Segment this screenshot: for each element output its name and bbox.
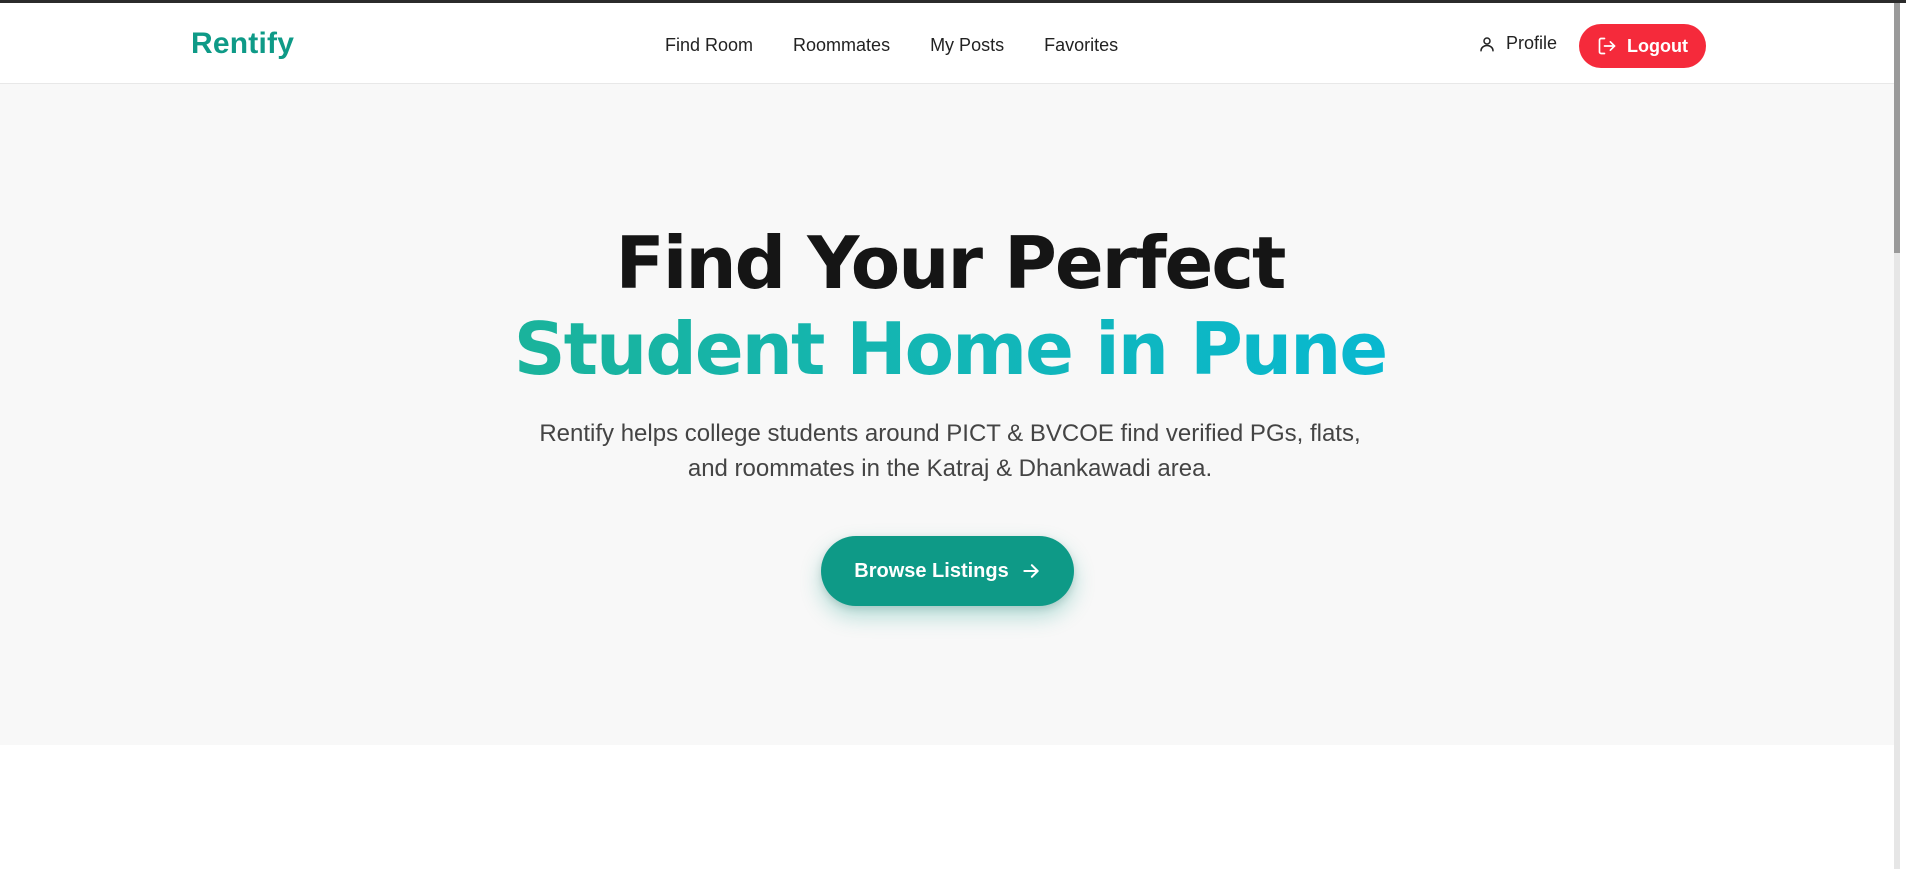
logout-label: Logout [1627,35,1688,56]
top-navbar: Rentify Find Room Roommates My Posts Fav… [0,3,1900,84]
browse-listings-label: Browse Listings [854,559,1009,582]
profile-label: Profile [1506,33,1558,53]
browser-frame: Rentify Find Room Roommates My Posts Fav… [0,0,1906,869]
arrow-right-icon [1021,561,1041,581]
user-icon [1478,35,1496,53]
nav-link-find-room[interactable]: Find Room [665,35,753,56]
nav-link-favorites[interactable]: Favorites [1044,35,1118,56]
page-viewport: Rentify Find Room Roommates My Posts Fav… [0,3,1900,869]
logout-icon [1597,36,1617,56]
hero-title-line-1: Find Your Perfect [615,221,1287,305]
nav-link-roommates[interactable]: Roommates [793,35,890,56]
profile-link[interactable]: Profile [1478,33,1557,54]
browse-listings-button[interactable]: Browse Listings [821,536,1074,606]
scrollbar[interactable] [1894,3,1900,869]
nav-link-my-posts[interactable]: My Posts [930,35,1004,56]
nav-links: Find Room Roommates My Posts Favorites [665,35,1158,56]
hero-title-highlight: Student Home in Pune [513,307,1388,391]
brand-logo[interactable]: Rentify [191,27,294,61]
hero-description-line-2: and roommates in the Katraj & Dhankawadi… [687,455,1213,482]
logout-button[interactable]: Logout [1579,24,1706,68]
hero-section: Find Your Perfect Student Home in Pune R… [0,84,1900,745]
scrollbar-thumb[interactable] [1894,3,1900,253]
hero-title-line-2: Student Home in Pune [0,311,1900,388]
hero-description-line-1: Rentify helps college students around PI… [539,420,1361,447]
hero-description: Rentify helps college students around PI… [0,416,1900,486]
